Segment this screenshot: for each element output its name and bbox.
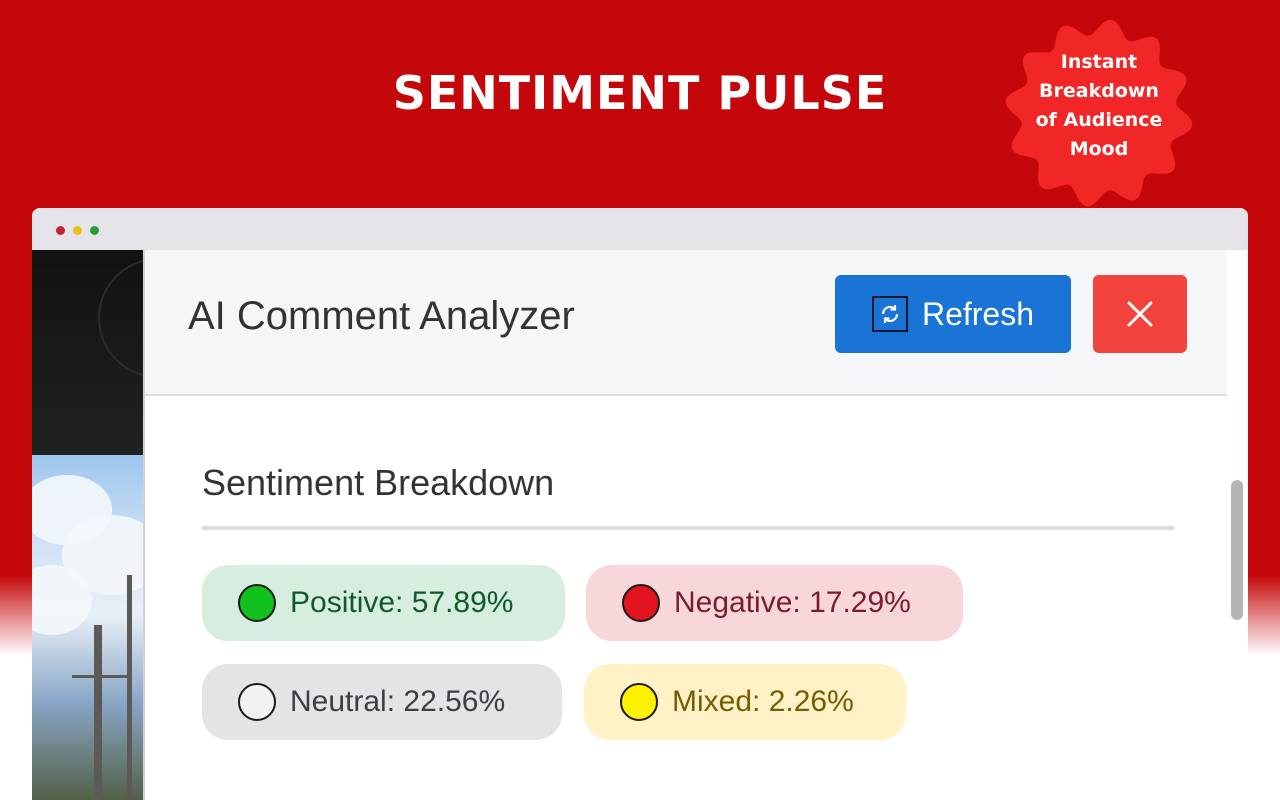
sentiment-pill-negative: Negative: 17.29%	[586, 565, 963, 641]
mixed-dot-icon	[620, 683, 658, 721]
sentiment-pill-positive: Positive: 57.89%	[202, 565, 565, 641]
badge-line: Breakdown	[1039, 80, 1159, 102]
browser-window: AI Comment Analyzer Refresh Sentiment Br…	[32, 208, 1248, 800]
badge-line: of Audience	[1035, 109, 1163, 131]
section-title: Sentiment Breakdown	[202, 462, 555, 503]
video-preview[interactable]	[32, 250, 143, 800]
video-sky-scene	[32, 455, 143, 800]
scrollbar-thumb[interactable]	[1231, 480, 1243, 620]
sentiment-pill-mixed: Mixed: 2.26%	[584, 664, 906, 740]
analyzer-panel: AI Comment Analyzer Refresh Sentiment Br…	[143, 250, 1229, 800]
pole-crossbar	[72, 675, 132, 678]
section-divider	[202, 526, 1174, 530]
refresh-label: Refresh	[921, 295, 1035, 332]
sentiment-label: Neutral: 22.56%	[290, 685, 506, 718]
badge-line: Mood	[1069, 138, 1129, 160]
utility-pole	[94, 625, 102, 800]
badge-line: Instant	[1060, 51, 1138, 73]
positive-dot-icon	[238, 584, 276, 622]
sentiment-label: Mixed: 2.26%	[672, 685, 854, 718]
scrollbar[interactable]	[1227, 250, 1248, 800]
window-close-dot[interactable]	[56, 226, 65, 235]
window-maximize-dot[interactable]	[90, 226, 99, 235]
close-icon	[1127, 301, 1153, 327]
panel-title: AI Comment Analyzer	[188, 294, 575, 338]
refresh-button[interactable]: Refresh	[835, 275, 1071, 353]
sentiment-pill-neutral: Neutral: 22.56%	[202, 664, 562, 740]
video-circle-overlay	[98, 258, 143, 378]
promo-badge: Instant Breakdown of Audience Mood	[1004, 18, 1194, 208]
utility-pole	[127, 575, 132, 800]
close-button[interactable]	[1093, 275, 1187, 353]
video-dark-area	[32, 250, 143, 455]
sentiment-label: Negative: 17.29%	[674, 586, 911, 619]
badge-text: Instant Breakdown of Audience Mood	[1004, 48, 1194, 164]
negative-dot-icon	[622, 584, 660, 622]
panel-header: AI Comment Analyzer Refresh	[145, 250, 1229, 396]
neutral-dot-icon	[238, 683, 276, 721]
sentiment-label: Positive: 57.89%	[290, 586, 514, 619]
window-titlebar	[32, 208, 1248, 250]
window-minimize-dot[interactable]	[73, 226, 82, 235]
refresh-icon	[871, 296, 908, 332]
